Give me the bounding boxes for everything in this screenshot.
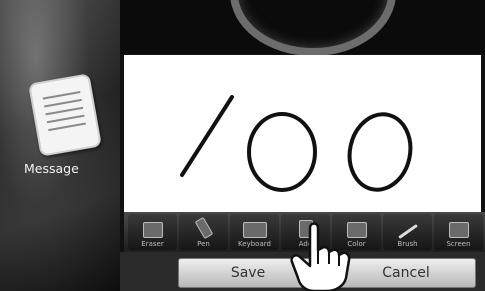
keyboard-icon <box>242 222 267 238</box>
tool-label: Pen <box>197 240 210 248</box>
eraser-icon <box>142 222 163 238</box>
tool-pen[interactable]: Pen <box>179 214 228 250</box>
tool-keyboard[interactable]: Keyboard <box>230 214 279 250</box>
tool-brush[interactable]: Brush <box>383 214 432 250</box>
drawing-canvas[interactable] <box>124 55 481 212</box>
tool-label: Keyboard <box>238 240 271 248</box>
tool-label: Screen <box>446 240 471 248</box>
handwritten-one <box>180 95 234 177</box>
handwriting-strokes <box>180 95 413 192</box>
screen-icon <box>448 222 469 238</box>
brush-icon <box>397 223 418 240</box>
decorative-ring-icon <box>230 0 396 56</box>
tool-eraser[interactable]: Eraser <box>128 214 177 250</box>
top-decor <box>120 0 485 56</box>
pointing-hand-icon <box>290 222 351 291</box>
message-icon[interactable] <box>28 73 102 157</box>
handwritten-zero-1 <box>247 112 317 192</box>
handwritten-zero-2 <box>347 112 413 192</box>
message-label: Message <box>24 161 79 176</box>
tool-label: Eraser <box>141 240 164 248</box>
sidebar: Message <box>0 0 120 291</box>
pen-icon <box>194 216 213 240</box>
tool-label: Brush <box>397 240 418 248</box>
tool-screen[interactable]: Screen <box>434 214 483 250</box>
